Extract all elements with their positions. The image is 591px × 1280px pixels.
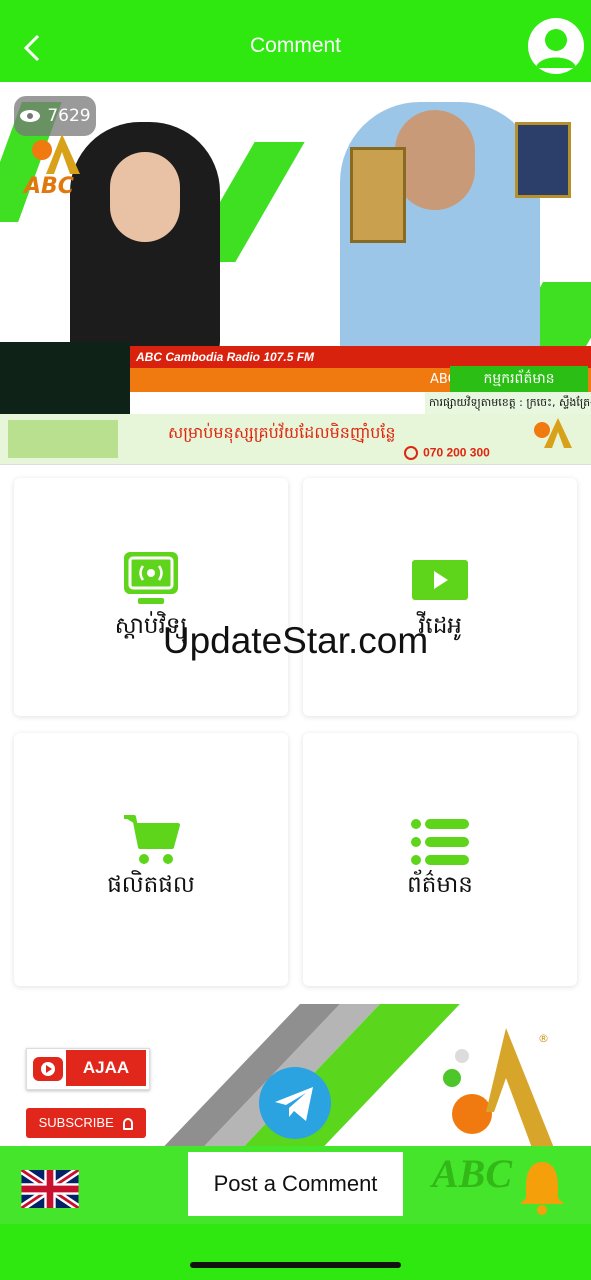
user-avatar-icon: [536, 29, 576, 68]
program-label: កម្មករព័ត៌មាន: [450, 366, 588, 392]
youtube-icon: [33, 1057, 63, 1081]
menu-card-news[interactable]: ព័ត៌មាន: [303, 733, 577, 986]
menu-card-video[interactable]: វីដេអូ: [303, 478, 577, 716]
video-overlay-box: [0, 342, 130, 414]
youtube-channel-name: AJAA: [66, 1050, 146, 1086]
radio-broadcast-icon: [124, 552, 178, 604]
notification-button[interactable]: [518, 1158, 566, 1216]
telegram-icon: [275, 1087, 313, 1121]
profile-button[interactable]: [528, 18, 584, 74]
ad-product-image: [8, 420, 118, 458]
subscribe-button[interactable]: SUBSCRIBE: [26, 1108, 146, 1138]
menu-card-products[interactable]: ផលិតផល: [14, 733, 288, 986]
registered-mark: ®: [538, 1032, 549, 1045]
shopping-cart-icon: [124, 815, 180, 864]
post-comment-button[interactable]: Post a Comment: [188, 1152, 403, 1216]
abc-logo-icon: [534, 418, 572, 448]
abc-logo-text: ABC: [24, 174, 74, 199]
home-indicator-area: [0, 1224, 591, 1280]
phone-icon: [404, 445, 418, 460]
guest-face: [395, 110, 475, 210]
telegram-button[interactable]: [259, 1067, 331, 1139]
radio-label: ABC Cambodia Radio 107.5 FM: [130, 346, 591, 368]
wall-portrait: [350, 147, 406, 243]
view-count: 7629: [47, 106, 91, 126]
menu-card-label: ផលិតផល: [107, 872, 195, 898]
wall-portrait: [515, 122, 571, 198]
abc-brand-text: ABC: [432, 1151, 513, 1196]
eye-icon: [20, 110, 41, 122]
video-play-icon: [412, 560, 468, 600]
menu-card-label: វីដេអូ: [418, 613, 462, 639]
menu-card-radio[interactable]: ស្តាប់វិទ្យុ: [14, 478, 288, 716]
presenter-face: [110, 152, 180, 242]
bell-icon: [520, 1162, 564, 1215]
news-ticker: ការផ្សាយវិទ្យុតាមខេត្ត : ក្រចេះ, ស្ទឹងត្…: [425, 392, 591, 414]
ad-text: សម្រាប់មនុស្សគ្រប់វ័យដែលមិនញ៉ាំបន្លែ: [168, 423, 396, 442]
ad-phone-row: 070 200 300: [404, 442, 490, 461]
view-count-badge: 7629: [14, 96, 96, 136]
ad-phone: 070 200 300: [423, 445, 490, 460]
home-indicator[interactable]: [190, 1262, 401, 1268]
bell-small-icon: [123, 1117, 134, 1130]
uk-flag-icon: [19, 1166, 81, 1212]
list-icon: [411, 819, 469, 865]
menu-card-label: ព័ត៌មាន: [407, 872, 473, 898]
language-button[interactable]: [19, 1166, 81, 1212]
subscribe-label: SUBSCRIBE: [38, 1115, 114, 1130]
abc-logo: ABC: [22, 134, 100, 199]
page-title: Comment: [249, 34, 342, 57]
menu-card-label: ស្តាប់វិទ្យុ: [114, 613, 188, 639]
